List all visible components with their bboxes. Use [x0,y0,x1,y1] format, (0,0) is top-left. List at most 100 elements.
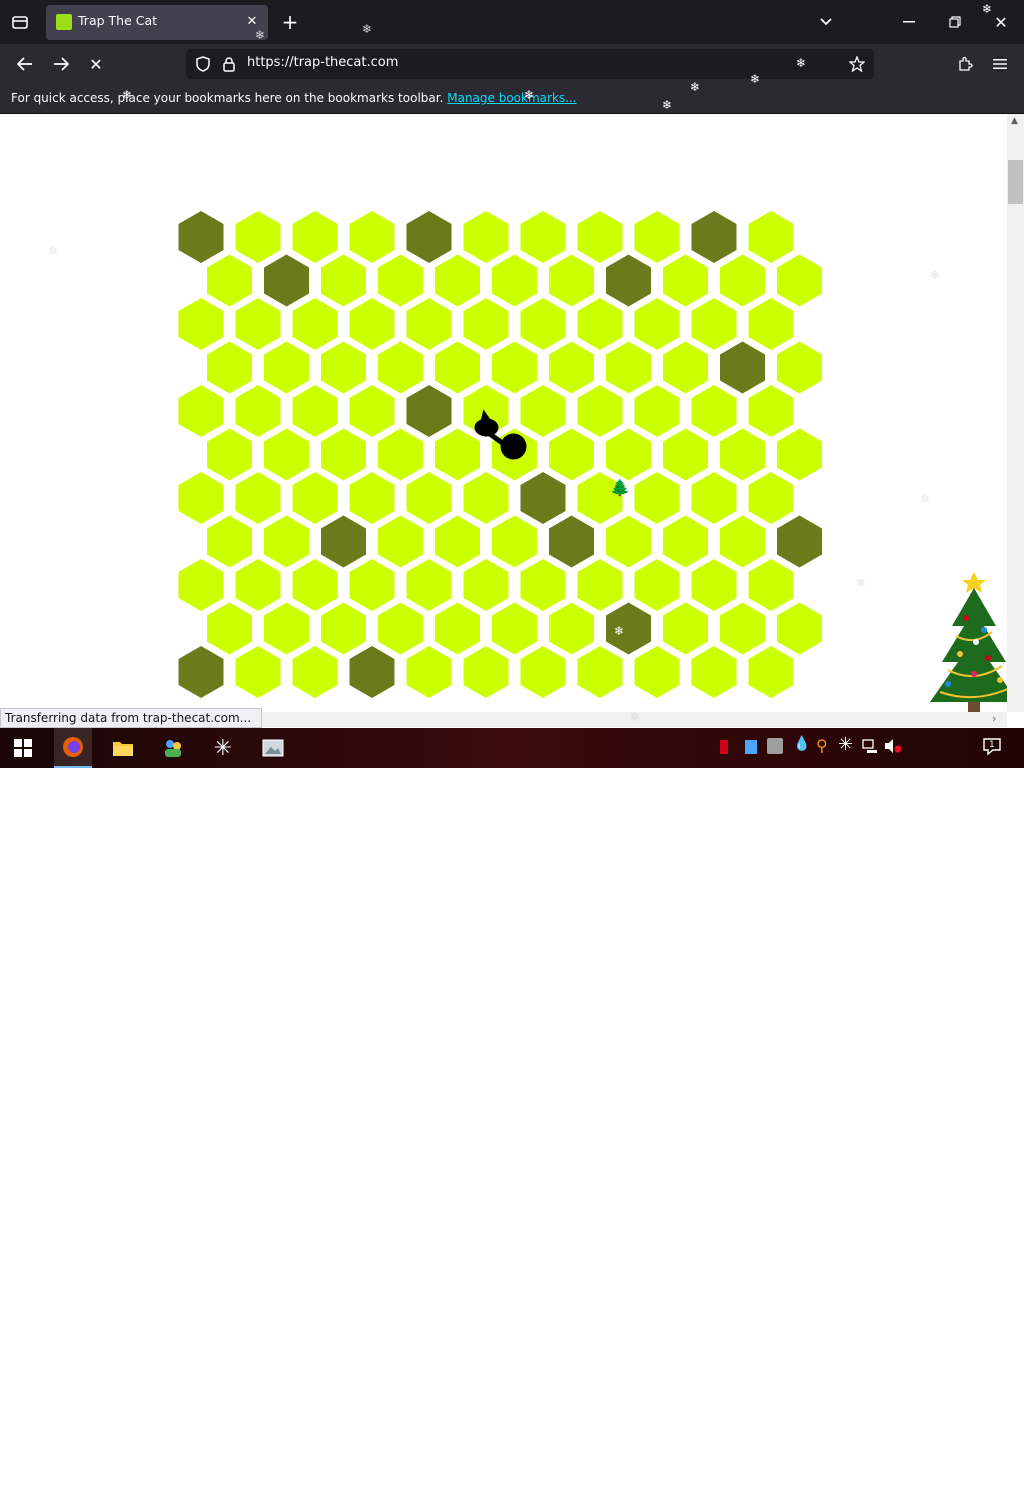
hex-cell[interactable] [406,646,452,698]
hex-cell[interactable] [606,341,651,394]
hex-cell[interactable] [378,602,423,655]
hex-cell[interactable] [349,472,395,524]
hex-cell[interactable] [777,254,822,307]
hex-cell[interactable] [178,211,224,263]
hex-cell[interactable] [520,559,566,611]
hex-cell[interactable] [207,602,252,655]
firefox-taskbar-icon[interactable] [54,728,92,768]
hex-cell[interactable] [748,646,794,698]
hex-cell[interactable] [235,298,281,350]
manage-bookmarks-link[interactable]: Manage bookmarks... [447,91,576,105]
hex-cell[interactable] [321,341,366,394]
hex-cell[interactable] [207,341,252,394]
hex-cell[interactable] [748,211,794,263]
hex-cell[interactable] [463,559,509,611]
hex-cell[interactable] [292,559,338,611]
hex-cell[interactable] [720,515,765,568]
minimize-icon[interactable] [898,12,920,32]
hex-cell[interactable] [435,341,480,394]
file-explorer-icon[interactable] [104,728,142,768]
hex-cell[interactable] [691,385,737,437]
hex-cell[interactable] [634,211,680,263]
hex-cell[interactable] [235,559,281,611]
hex-cell[interactable] [777,341,822,394]
hex-cell[interactable] [577,211,623,263]
hex-cell[interactable] [235,385,281,437]
hex-cell[interactable] [606,602,651,655]
hex-cell[interactable] [520,646,566,698]
hex-cell[interactable] [748,559,794,611]
hex-cell[interactable] [577,385,623,437]
hex-cell[interactable] [549,602,594,655]
hex-cell[interactable] [435,515,480,568]
hex-cell[interactable] [321,254,366,307]
stop-loading-icon[interactable]: ✕ [85,53,107,75]
url-text[interactable]: https://trap-thecat.com [247,55,398,70]
bookmark-star-icon[interactable] [848,55,866,73]
hex-cell[interactable] [178,298,224,350]
hex-cell[interactable] [207,515,252,568]
hex-cell[interactable] [435,254,480,307]
hex-cell[interactable] [520,385,566,437]
hex-cell[interactable] [292,211,338,263]
hex-cell[interactable] [691,211,737,263]
hex-cell[interactable] [777,515,822,568]
network-icon[interactable] [862,738,878,758]
hex-cell[interactable] [406,385,452,437]
hex-cell[interactable] [235,472,281,524]
hex-cell[interactable] [748,298,794,350]
lock-icon[interactable] [220,55,238,73]
extensions-puzzle-icon[interactable] [954,53,976,75]
hex-cell[interactable] [691,472,737,524]
hex-cell[interactable] [492,515,537,568]
hex-cell[interactable] [634,385,680,437]
hex-cell[interactable] [321,428,366,481]
hex-cell[interactable] [606,254,651,307]
hex-cell[interactable] [549,428,594,481]
scroll-right-arrow-icon[interactable]: › [992,712,996,725]
hex-cell[interactable] [691,646,737,698]
hex-cell[interactable] [463,211,509,263]
hex-cell[interactable] [463,646,509,698]
hex-cell[interactable] [321,515,366,568]
hex-cell[interactable] [349,211,395,263]
new-tab-icon[interactable]: + [280,10,300,34]
vertical-scrollbar-thumb[interactable] [1008,160,1023,204]
restore-icon[interactable] [944,12,966,32]
hex-cell[interactable] [691,559,737,611]
hex-cell[interactable] [178,559,224,611]
tray-blue-app-icon[interactable] [745,740,757,754]
tracking-protection-shield-icon[interactable] [194,55,212,73]
hex-cell[interactable] [264,602,309,655]
tray-app-icon[interactable] [767,738,783,754]
close-window-icon[interactable]: ✕ [990,12,1012,32]
asterisk-app-icon[interactable]: ✳ [204,728,242,768]
hex-cell[interactable] [207,254,252,307]
firefox-view-icon[interactable] [10,12,30,32]
tab-trap-the-cat[interactable]: Trap The Cat ✕ [46,5,268,40]
hex-cell[interactable] [720,428,765,481]
hex-cell[interactable] [663,515,708,568]
hex-cell[interactable] [634,472,680,524]
hex-cell[interactable] [663,254,708,307]
tray-red-icon[interactable] [720,740,728,754]
hex-cell[interactable] [435,428,480,481]
hex-cell[interactable] [577,646,623,698]
hex-cell[interactable] [349,298,395,350]
url-bar[interactable]: https://trap-thecat.com [186,49,874,79]
app-menu-hamburger-icon[interactable] [989,53,1011,75]
volume-muted-icon[interactable] [884,738,902,758]
hex-cell[interactable] [663,602,708,655]
hex-cell[interactable] [406,559,452,611]
hex-cell[interactable] [634,646,680,698]
hex-cell[interactable] [264,428,309,481]
hex-cell[interactable] [606,428,651,481]
hex-cell[interactable] [492,341,537,394]
hex-cell[interactable] [634,559,680,611]
hex-cell[interactable] [748,385,794,437]
hex-cell[interactable] [720,254,765,307]
hex-cell[interactable] [264,341,309,394]
hex-cell[interactable] [264,515,309,568]
notification-center-icon[interactable]: 1 [982,736,1004,758]
hex-cell[interactable] [264,254,309,307]
